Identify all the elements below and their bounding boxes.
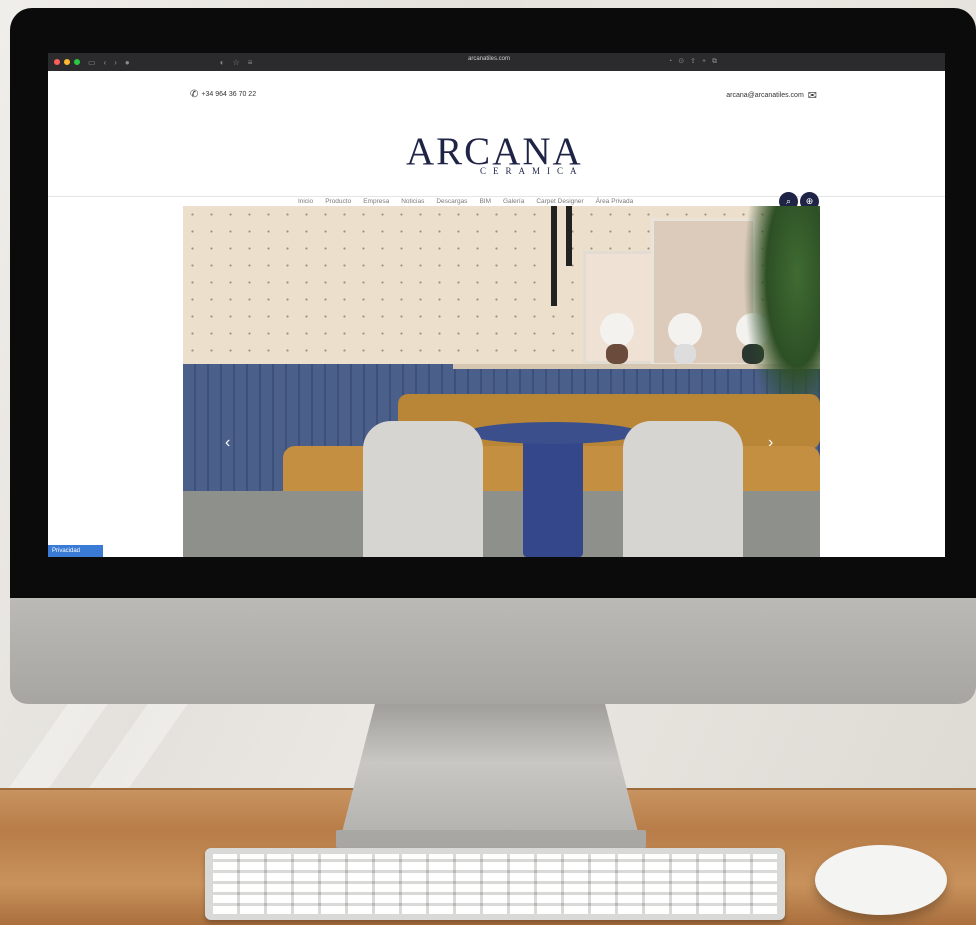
browser-window: ▭ ‹ › ● ◐ ☆ ≡ arcanatiles.com ◔⊙⇪+⧉ ✆ +3… xyxy=(48,53,945,557)
monitor-stand-foot xyxy=(336,830,646,848)
site-logo-subtitle: CERAMICA xyxy=(480,166,584,176)
hero-artwork-right xyxy=(651,218,756,366)
hero-lamp-base xyxy=(606,344,628,364)
nav-area-privada[interactable]: Área Privada xyxy=(596,198,634,205)
search-icon: ⌕ xyxy=(785,196,792,206)
hero-table-top xyxy=(467,422,639,444)
phone-number: +34 964 36 70 22 xyxy=(201,91,257,98)
email-address: arcana@arcanatiles.com xyxy=(726,92,804,99)
toolbar-actions[interactable]: ◔⊙⇪+⧉ xyxy=(668,57,723,66)
hero-table-leg xyxy=(523,438,583,557)
nav-empresa[interactable]: Empresa xyxy=(363,198,389,205)
close-window-button[interactable] xyxy=(54,59,60,65)
zoom-window-button[interactable] xyxy=(74,59,80,65)
hero-chair-right xyxy=(623,421,743,557)
hero-pendant-lamp xyxy=(566,206,572,266)
nav-inicio[interactable]: Inicio xyxy=(298,198,313,205)
site-header: ✆ +34 964 36 70 22 arcana@arcanatiles.co… xyxy=(48,71,945,211)
privacy-badge[interactable]: Privacidad xyxy=(48,545,103,557)
forward-icon[interactable]: › xyxy=(114,58,117,67)
back-icon[interactable]: ‹ xyxy=(104,58,107,67)
phone-icon: ✆ xyxy=(190,89,199,100)
envelope-icon: ✉ xyxy=(807,90,817,102)
nav-galeria[interactable]: Galería xyxy=(503,198,524,205)
hero-lamp-globe xyxy=(600,313,634,347)
nav-producto[interactable]: Producto xyxy=(325,198,351,205)
hero-pendant-lamp xyxy=(551,206,557,306)
nav-descargas[interactable]: Descargas xyxy=(436,198,467,205)
nav-carpet-designer[interactable]: Carpet Designer xyxy=(536,198,583,205)
hero-slider: ‹ › xyxy=(183,206,820,557)
mouse xyxy=(815,845,947,915)
keyboard-keys xyxy=(213,854,777,914)
bookmark-star-icon[interactable]: ☆ xyxy=(233,58,240,67)
sidebar-icon[interactable]: ▭ xyxy=(88,58,96,67)
monitor-stand xyxy=(340,700,640,840)
reader-icon[interactable]: ◐ xyxy=(220,58,225,67)
keyboard xyxy=(205,848,785,920)
minimize-window-button[interactable] xyxy=(64,59,70,65)
nav-noticias[interactable]: Noticias xyxy=(401,198,424,205)
privacy-shield-icon[interactable]: ● xyxy=(125,58,130,67)
monitor-chin xyxy=(10,592,976,704)
hero-lamp-globe xyxy=(668,313,702,347)
email-contact[interactable]: arcana@arcanatiles.com ✉ xyxy=(726,89,817,102)
hero-chair-left xyxy=(363,421,483,557)
menu-icon[interactable]: ≡ xyxy=(248,58,253,67)
main-navigation: Inicio Producto Empresa Noticias Descarg… xyxy=(298,198,633,205)
hero-lamp-base xyxy=(674,344,696,364)
globe-icon: ⊕ xyxy=(805,196,814,206)
phone-contact[interactable]: ✆ +34 964 36 70 22 xyxy=(190,89,256,100)
slider-prev-icon[interactable]: ‹ xyxy=(225,434,230,452)
browser-toolbar: ▭ ‹ › ● ◐ ☆ ≡ arcanatiles.com ◔⊙⇪+⧉ xyxy=(48,53,945,71)
slider-next-icon[interactable]: › xyxy=(768,434,773,452)
address-bar[interactable]: arcanatiles.com xyxy=(468,56,510,62)
nav-bim[interactable]: BIM xyxy=(479,198,491,205)
